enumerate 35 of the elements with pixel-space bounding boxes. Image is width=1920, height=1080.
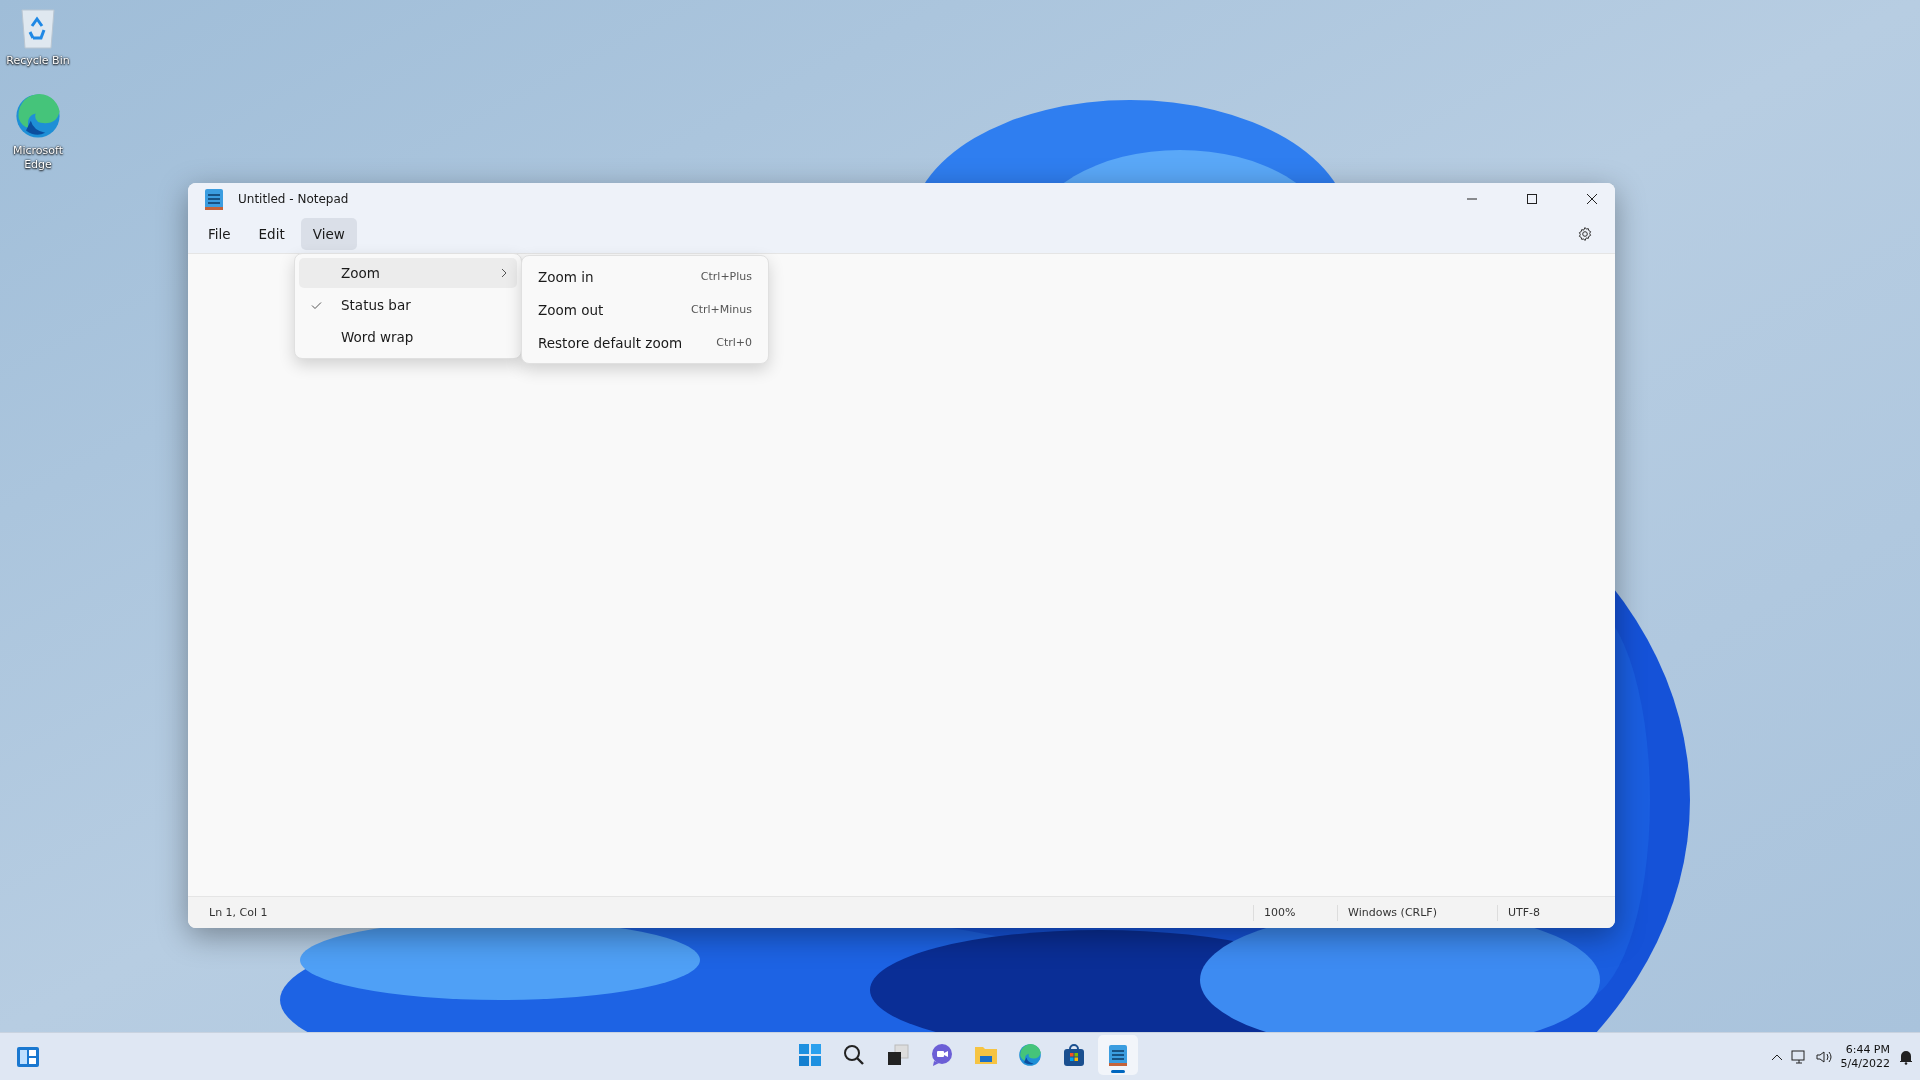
menu-item[interactable]: View <box>300 218 357 250</box>
browser-icon <box>14 92 62 140</box>
window-title: Untitled - Notepad <box>238 192 350 206</box>
search-icon <box>843 1044 865 1066</box>
store-bag-icon <box>1062 1043 1086 1067</box>
close-icon <box>1586 193 1598 205</box>
menu-item[interactable]: File <box>196 218 243 250</box>
notepad-icon <box>1108 1043 1128 1067</box>
chevron-up-icon[interactable] <box>1770 1053 1783 1061</box>
windows-logo-icon <box>799 1044 821 1066</box>
notification-bell-icon[interactable] <box>1898 1049 1914 1065</box>
menu-item[interactable]: Zoom in Ctrl+Plus <box>526 260 764 293</box>
video-chat-icon <box>930 1043 954 1067</box>
browser-icon <box>1018 1043 1042 1067</box>
line-ending: Windows (CRLF) <box>1337 904 1497 921</box>
maximize-icon <box>1526 193 1538 205</box>
cursor-position: Ln 1, Col 1 <box>208 906 269 919</box>
menu-item[interactable]: Edit <box>246 218 297 250</box>
menu-item[interactable]: Status bar <box>299 290 517 320</box>
folder-icon <box>974 1044 998 1066</box>
widgets-icon <box>16 1046 40 1068</box>
menu-item[interactable]: Word wrap <box>299 322 517 352</box>
notepad-icon <box>204 187 224 211</box>
recycle-bin-icon[interactable] <box>18 6 58 50</box>
network-icon[interactable] <box>1790 1049 1807 1065</box>
menu-item[interactable]: Restore default zoom Ctrl+0 <box>526 326 764 359</box>
volume-icon[interactable] <box>1814 1049 1833 1065</box>
zoom-level: 100% <box>1253 904 1337 921</box>
taskbar-app-button[interactable] <box>1098 1035 1138 1075</box>
clock[interactable]: 6:44 PM 5/4/2022 <box>1840 1043 1890 1071</box>
settings-icon <box>1577 226 1593 242</box>
task-view-icon <box>887 1044 909 1066</box>
menu-item[interactable]: Zoom <box>299 258 517 288</box>
encoding: UTF-8 <box>1497 904 1615 921</box>
menu-item[interactable]: Zoom out Ctrl+Minus <box>526 293 764 326</box>
